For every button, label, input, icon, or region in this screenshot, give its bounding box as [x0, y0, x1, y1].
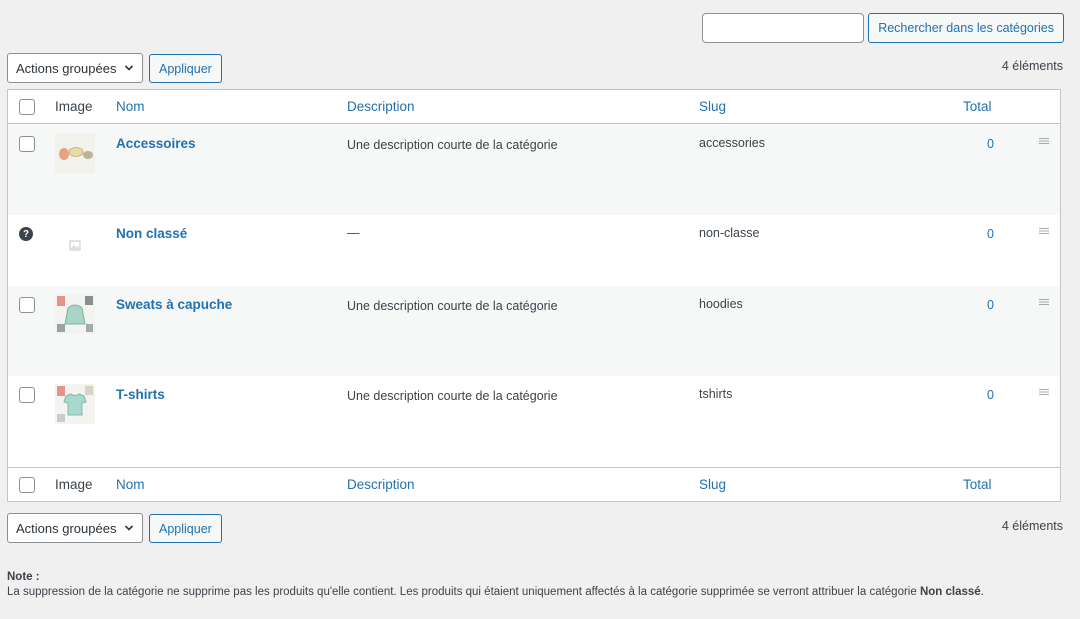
column-footer-total[interactable]: Total: [963, 477, 992, 492]
category-thumbnail: [55, 384, 95, 424]
bulk-actions-select-top[interactable]: Actions groupées: [7, 53, 143, 83]
category-description: Une description courte de la catégorie: [347, 299, 558, 313]
default-category-help[interactable]: ?: [19, 227, 33, 241]
drag-handle[interactable]: [1039, 226, 1049, 236]
drag-handle-icon: [1039, 299, 1049, 305]
category-slug: accessories: [699, 136, 765, 150]
note-text-end: .: [980, 586, 984, 598]
accessories-thumbnail-icon: [55, 133, 95, 173]
row-checkbox[interactable]: [19, 297, 35, 313]
search-box: Rechercher dans les catégories: [702, 13, 1064, 43]
table-row: T-shirts Une description courte de la ca…: [8, 376, 1060, 466]
column-footer-image: Image: [55, 477, 93, 492]
category-name-link[interactable]: T-shirts: [116, 387, 165, 402]
tablenav-bottom: Actions groupées Appliquer 4 éléments: [7, 513, 1063, 545]
help-icon: ?: [19, 227, 33, 241]
category-name-link[interactable]: Non classé: [116, 226, 187, 241]
select-all-checkbox-footer[interactable]: [19, 476, 35, 493]
table-row: Sweats à capuche Une description courte …: [8, 286, 1060, 376]
category-total-link[interactable]: 0: [987, 298, 994, 312]
drag-handle-icon: [1039, 138, 1049, 144]
category-slug: tshirts: [699, 387, 733, 401]
category-thumbnail: [55, 133, 95, 173]
drag-handle[interactable]: [1039, 297, 1049, 307]
column-footer-name[interactable]: Nom: [116, 477, 145, 492]
apply-bulk-action-button-top[interactable]: Appliquer: [149, 54, 222, 83]
items-count-top: 4 éléments: [1001, 59, 1063, 73]
category-description: Une description courte de la catégorie: [347, 138, 558, 152]
row-checkbox[interactable]: [19, 387, 35, 403]
note-title: Note :: [7, 571, 40, 583]
category-description: —: [347, 226, 360, 240]
categories-table: Image Nom Description Slug Total Accesso…: [7, 89, 1061, 502]
drag-handle[interactable]: [1039, 387, 1049, 397]
column-footer-description[interactable]: Description: [347, 477, 415, 492]
column-header-total[interactable]: Total: [963, 99, 992, 114]
deletion-note: Note : La suppression de la catégorie ne…: [7, 571, 1070, 598]
category-slug: hoodies: [699, 297, 743, 311]
table-header: Image Nom Description Slug Total: [8, 90, 1060, 124]
category-total-link[interactable]: 0: [987, 227, 994, 241]
apply-bulk-action-button-bottom[interactable]: Appliquer: [149, 514, 222, 543]
category-slug: non-classe: [699, 226, 760, 240]
column-header-description[interactable]: Description: [347, 99, 415, 114]
category-thumbnail: [55, 223, 95, 263]
tablenav-top: Actions groupées Appliquer 4 éléments: [7, 53, 1063, 85]
note-default-category: Non classé: [919, 586, 981, 598]
category-name-link[interactable]: Sweats à capuche: [116, 297, 232, 312]
drag-handle-icon: [1039, 228, 1049, 234]
placeholder-image-icon: [55, 223, 95, 263]
search-categories-button[interactable]: Rechercher dans les catégories: [868, 13, 1064, 43]
items-count-bottom: 4 éléments: [1001, 519, 1063, 533]
note-text: La suppression de la catégorie ne suppri…: [7, 586, 920, 598]
drag-handle-icon: [1039, 389, 1049, 395]
column-footer-slug[interactable]: Slug: [699, 477, 726, 492]
hoodie-thumbnail-icon: [55, 294, 95, 334]
drag-handle[interactable]: [1039, 136, 1049, 146]
tshirt-thumbnail-icon: [55, 384, 95, 424]
search-categories-input[interactable]: [702, 13, 865, 43]
note-body: La suppression de la catégorie ne suppri…: [7, 586, 984, 598]
column-header-name[interactable]: Nom: [116, 99, 145, 114]
select-all-checkbox[interactable]: [19, 98, 35, 115]
row-checkbox[interactable]: [19, 136, 35, 152]
category-description: Une description courte de la catégorie: [347, 389, 558, 403]
bulk-actions-label: Actions groupées: [16, 60, 117, 76]
category-total-link[interactable]: 0: [987, 388, 994, 402]
bulk-actions-select-bottom[interactable]: Actions groupées: [7, 513, 143, 543]
category-name-link[interactable]: Accessoires: [116, 136, 196, 151]
chevron-down-icon: [124, 65, 134, 71]
category-thumbnail: [55, 294, 95, 334]
table-footer: Image Nom Description Slug Total: [8, 467, 1060, 501]
bulk-actions-label: Actions groupées: [16, 520, 117, 536]
chevron-down-icon: [124, 525, 134, 531]
table-row: Accessoires Une description courte de la…: [8, 125, 1060, 215]
category-total-link[interactable]: 0: [987, 137, 994, 151]
column-header-slug[interactable]: Slug: [699, 99, 726, 114]
column-header-image: Image: [55, 99, 93, 114]
